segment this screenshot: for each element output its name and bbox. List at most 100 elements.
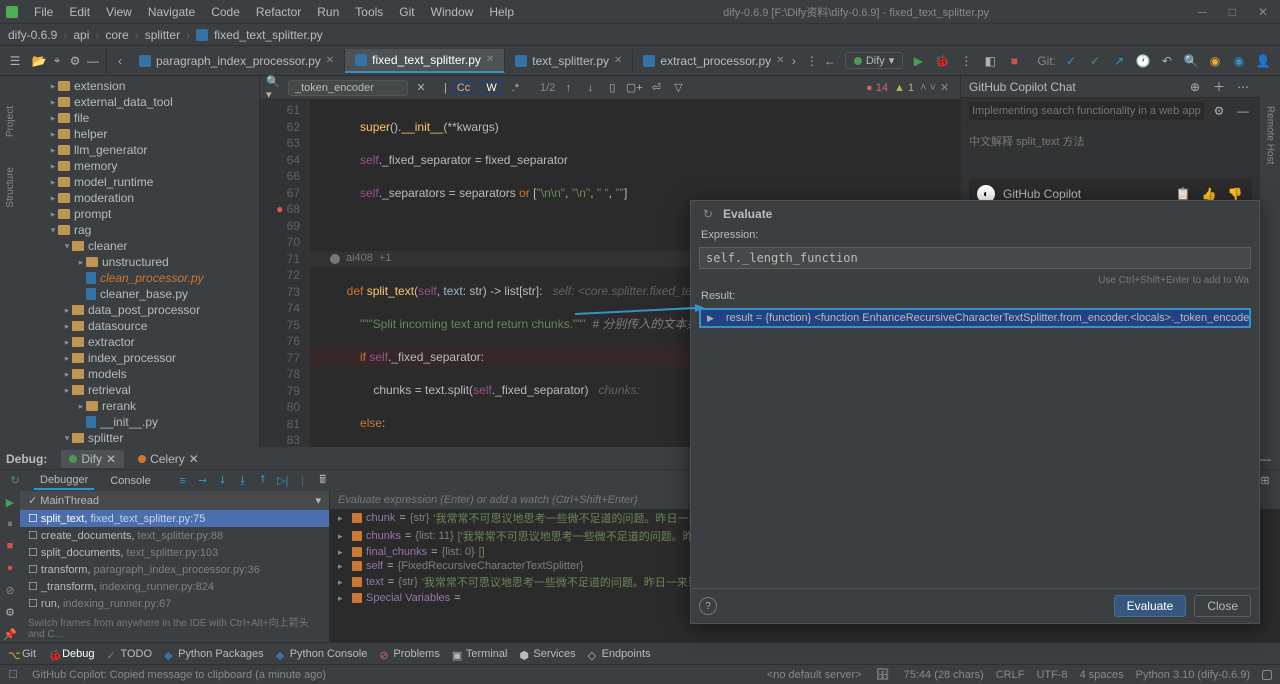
line-ending[interactable]: CRLF — [996, 669, 1025, 681]
inspection-summary[interactable]: ● 14 ▲ 1 ˄ ˅ — [866, 82, 936, 94]
match-case-toggle[interactable]: Cc — [452, 80, 475, 96]
add-icon[interactable]: ＋ — [1210, 78, 1228, 96]
menu-refactor[interactable]: Refactor — [250, 3, 307, 21]
bottom-tab-pypackages[interactable]: ◆ Python Packages — [164, 648, 264, 660]
resume-icon[interactable]: ▶ — [3, 495, 17, 509]
gear-icon[interactable]: ⚙ — [66, 52, 84, 70]
ai-assist-icon[interactable]: ◉ — [1206, 52, 1224, 70]
menu-edit[interactable]: Edit — [63, 3, 96, 21]
more-icon[interactable]: ⋯ — [1234, 78, 1252, 96]
tab-text-splitter[interactable]: text_splitter.py✕ — [505, 50, 633, 72]
menu-window[interactable]: Window — [425, 3, 480, 21]
tree-item[interactable]: ▸models — [20, 366, 259, 382]
stop-icon[interactable]: ■ — [1005, 52, 1023, 70]
tree-item[interactable]: ▸extractor — [20, 334, 259, 350]
tree-item[interactable]: ▾rag — [20, 222, 259, 238]
evaluate-button[interactable]: Evaluate — [1114, 595, 1187, 617]
frame-item[interactable]: ☐ split_documents, text_splitter.py:103 — [20, 544, 329, 561]
menu-file[interactable]: File — [28, 3, 59, 21]
tab-right-icon[interactable]: › — [785, 52, 803, 70]
structure-tool-tab[interactable]: Structure — [5, 167, 16, 208]
tree-item[interactable]: ▸unstructured — [20, 254, 259, 270]
gear-icon[interactable]: ⚙ — [1210, 102, 1228, 120]
settings-icon[interactable]: ⚙ — [3, 605, 17, 619]
expand-left-icon[interactable]: 📂 — [30, 52, 48, 70]
menu-navigate[interactable]: Navigate — [142, 3, 201, 21]
copilot-icon[interactable]: ◉ — [1230, 52, 1248, 70]
close-icon[interactable]: ✕ — [1252, 5, 1274, 19]
bottom-tab-endpoints[interactable]: ◇ Endpoints — [588, 648, 651, 660]
evaluate-dialog[interactable]: ↻ Evaluate Expression: self._length_func… — [690, 200, 1260, 624]
account-icon[interactable]: 👤 — [1254, 52, 1272, 70]
more-run-icon[interactable]: ⋮ — [957, 52, 975, 70]
db-icon[interactable]: 🗄 — [874, 666, 892, 684]
prev-match-icon[interactable]: ↑ — [559, 79, 577, 97]
close-find-icon[interactable]: ✕ — [940, 81, 954, 94]
force-step-icon[interactable]: ⭣̲ — [235, 473, 251, 489]
frame-item[interactable]: ☐ _transform, indexing_runner.py:824 — [20, 578, 329, 595]
show-exec-icon[interactable]: ≡ — [175, 473, 191, 489]
breadcrumb-item[interactable]: fixed_text_splitter.py — [214, 28, 323, 42]
add-selection-icon[interactable]: ▢+ — [625, 79, 643, 97]
next-match-icon[interactable]: ↓ — [581, 79, 599, 97]
tree-item[interactable]: ▸retrieval — [20, 382, 259, 398]
lock-icon[interactable] — [1262, 670, 1272, 680]
bottom-tab-pyconsole[interactable]: ◆ Python Console — [276, 648, 368, 660]
tree-item[interactable]: ▸model_runtime — [20, 174, 259, 190]
rerun-icon[interactable]: ↻ — [6, 472, 24, 490]
evaluate-result[interactable]: ▶ result = {function} <function EnhanceR… — [699, 308, 1251, 328]
close-tab-icon[interactable]: ✕ — [614, 55, 622, 66]
menu-code[interactable]: Code — [205, 3, 246, 21]
tree-item[interactable]: ▸extension — [20, 78, 259, 94]
search-icon[interactable]: 🔍 — [1182, 52, 1200, 70]
tree-item[interactable]: ▸rerank — [20, 398, 259, 414]
project-tool-tab[interactable]: Project — [5, 106, 16, 137]
stop-icon[interactable]: ■ — [3, 539, 17, 553]
expression-input[interactable]: self._length_function — [699, 247, 1251, 269]
whole-word-toggle[interactable]: W — [481, 80, 501, 96]
cursor-position[interactable]: 75:44 (28 chars) — [904, 669, 984, 681]
debug-icon[interactable]: 🐞 — [933, 52, 951, 70]
reload-icon[interactable]: ↻ — [699, 205, 717, 223]
tree-item[interactable]: ▸datasource — [20, 318, 259, 334]
hide-panel-icon[interactable]: — — [1234, 102, 1252, 120]
debug-config-tab[interactable]: Celery ✕ — [130, 450, 207, 468]
frame-item[interactable]: ☐ split_text, fixed_text_splitter.py:75 — [20, 510, 329, 527]
debugger-tab[interactable]: Debugger — [34, 472, 94, 490]
debug-config-tab[interactable]: Dify ✕ — [61, 450, 124, 468]
bottom-tab-services[interactable]: ⬢ Services — [519, 648, 575, 660]
chevron-right-icon[interactable]: ▶ — [707, 313, 714, 324]
git-history-icon[interactable]: 🕐 — [1134, 52, 1152, 70]
breadcrumb-item[interactable]: dify-0.6.9 — [8, 28, 57, 42]
new-line-icon[interactable]: ⏎ — [647, 79, 665, 97]
project-dropdown-icon[interactable]: ☰ — [6, 52, 24, 70]
encoding[interactable]: UTF-8 — [1036, 669, 1067, 681]
tree-item[interactable]: ▸helper — [20, 126, 259, 142]
tab-dropdown-icon[interactable]: ⋮ — [803, 52, 821, 70]
step-over-icon[interactable]: ⭢ — [195, 473, 211, 489]
tree-item[interactable]: ▾cleaner — [20, 238, 259, 254]
tree-item[interactable]: ▸moderation — [20, 190, 259, 206]
filter-icon[interactable]: ▽ — [669, 79, 687, 97]
tree-item[interactable]: ▸llm_generator — [20, 142, 259, 158]
minimize-icon[interactable]: ─ — [1192, 5, 1213, 19]
tree-item[interactable]: cleaner_base.py — [20, 286, 259, 302]
find-search-icon[interactable]: 🔍▾ — [266, 79, 284, 97]
new-chat-icon[interactable]: ⊕ — [1186, 78, 1204, 96]
frame-item[interactable]: ☐ transform, paragraph_index_processor.p… — [20, 561, 329, 578]
close-tab-icon[interactable]: ✕ — [486, 54, 494, 65]
frame-list[interactable]: ☐ split_text, fixed_text_splitter.py:75 ☐… — [20, 510, 329, 612]
git-update-icon[interactable]: ✓ — [1062, 52, 1080, 70]
tree-item[interactable]: ▸file — [20, 110, 259, 126]
bottom-tab-todo[interactable]: ✓ TODO — [106, 648, 152, 660]
regex-toggle[interactable]: .* — [508, 81, 523, 95]
remote-host-tab[interactable]: Remote Host — [1265, 106, 1276, 164]
indent[interactable]: 4 spaces — [1080, 669, 1124, 681]
status-server[interactable]: <no default server> — [767, 669, 862, 681]
bottom-tab-debug[interactable]: 🐞 Debug — [48, 648, 94, 660]
tree-item[interactable]: ▸memory — [20, 158, 259, 174]
step-into-icon[interactable]: ⭣ — [215, 473, 231, 489]
menu-tools[interactable]: Tools — [349, 3, 389, 21]
git-push-icon[interactable]: ↗ — [1110, 52, 1128, 70]
copilot-search-input[interactable] — [969, 102, 1204, 120]
